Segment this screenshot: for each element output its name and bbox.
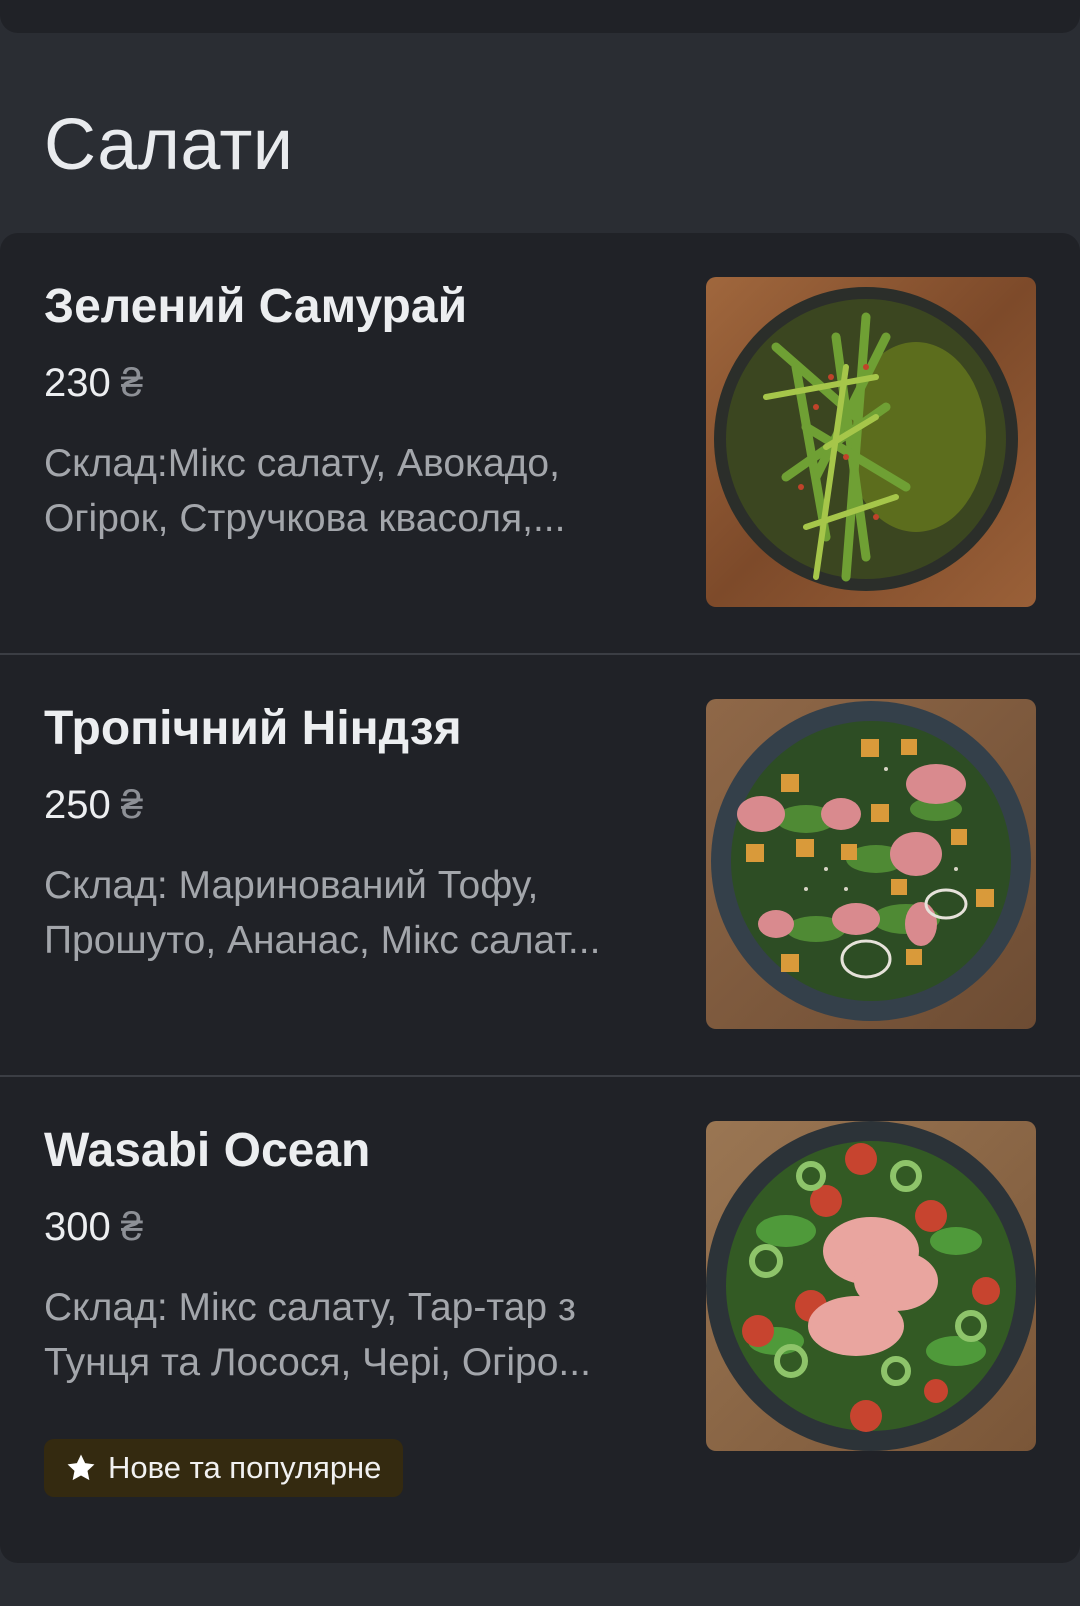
section-title: Салати [44,105,294,185]
currency-symbol: ₴ [120,783,143,827]
item-price: 250 ₴ [44,783,143,827]
menu-item[interactable]: Wasabi Ocean 300 ₴ Склад: Мікс салату, Та… [0,1077,1080,1497]
green-salad-photo[interactable] [706,277,1036,607]
star-icon [67,1454,95,1481]
tofu-prosciutto-salad-photo[interactable] [706,699,1036,1029]
item-price: 230 ₴ [44,361,143,405]
previous-section-card [0,0,1080,33]
item-name: Тропічний Ніндзя [44,702,462,755]
menu-list: Зелений Самурай 230 ₴ Склад:Мікс салату, … [0,233,1080,1563]
tuna-salmon-salad-photo[interactable] [706,1121,1036,1451]
item-description: Склад:Мікс салату, Авокадо, Огірок, Стру… [44,442,566,540]
item-price: 300 ₴ [44,1205,143,1249]
new-popular-badge: Нове та популярне [44,1439,404,1497]
item-description: Склад: Мікс салату, Тар-тар з Тунця та Л… [44,1286,591,1384]
menu-item[interactable]: Зелений Самурай 230 ₴ Склад:Мікс салату, … [0,233,1080,653]
menu-item[interactable]: Тропічний Ніндзя 250 ₴ Склад: Маринований… [0,655,1080,1075]
item-name: Зелений Самурай [44,280,468,333]
badge-label: Нове та популярне [108,1450,382,1485]
currency-symbol: ₴ [120,361,143,405]
currency-symbol: ₴ [120,1205,143,1249]
item-name: Wasabi Ocean [44,1124,371,1177]
item-description: Склад: Маринований Тофу, Прошуто, Ананас… [44,864,601,962]
